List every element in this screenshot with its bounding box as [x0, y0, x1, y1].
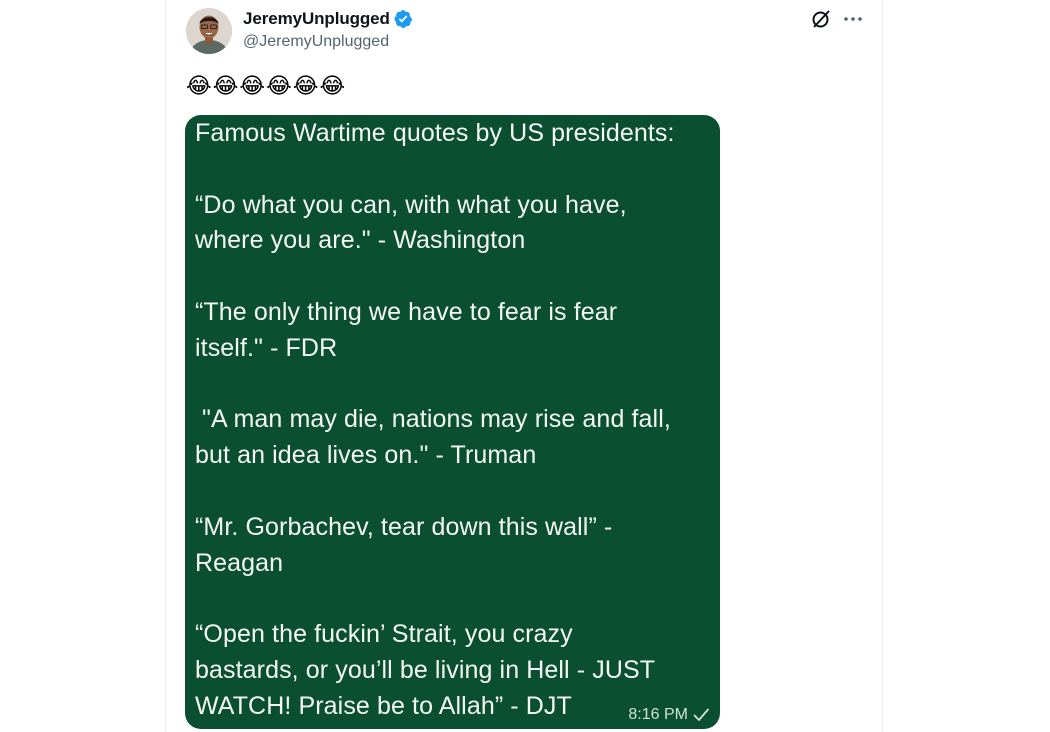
tweet-text: 😂😂😂😂😂😂	[186, 73, 347, 98]
message-line	[195, 259, 675, 295]
message-timestamp: 8:16 PM	[628, 706, 710, 724]
checkmark-icon	[693, 708, 709, 721]
timestamp-text: 8:16 PM	[628, 706, 688, 723]
author-display-name[interactable]: JeremyUnplugged	[243, 9, 390, 29]
chat-message-text: Famous Wartime quotes by US presidents: …	[195, 116, 675, 725]
message-line: WATCH! Praise be to Allah” - DJT	[195, 691, 572, 720]
grok-icon[interactable]	[809, 7, 833, 31]
message-line: where you are." - Washington	[195, 226, 526, 255]
message-line	[195, 152, 675, 188]
message-line: “Open the fuckin’ Strait, you crazy	[195, 620, 573, 649]
message-line	[195, 581, 675, 617]
message-line: Reagan	[195, 548, 284, 577]
message-line: “Mr. Gorbachev, tear down this wall” -	[195, 512, 613, 541]
avatar[interactable]	[186, 8, 232, 54]
tweet-media-image[interactable]: Famous Wartime quotes by US presidents: …	[185, 115, 720, 729]
message-line: Famous Wartime quotes by US presidents:	[195, 119, 675, 147]
message-line: "A man may die, nations may rise and fal…	[195, 405, 671, 434]
author-handle[interactable]: @JeremyUnplugged	[243, 33, 389, 51]
more-options-icon[interactable]	[841, 7, 865, 31]
message-line: itself." - FDR	[195, 333, 338, 362]
message-line	[195, 367, 675, 403]
message-line: “Do what you can, with what you have,	[195, 190, 627, 219]
page: JeremyUnplugged @JeremyUnplugged 😂😂�	[0, 0, 1050, 732]
verified-badge-icon[interactable]	[393, 9, 413, 29]
message-line: but an idea lives on." - Truman	[195, 441, 537, 470]
message-line: bastards, or you’ll be living in Hell - …	[195, 655, 656, 684]
avatar-image	[186, 8, 232, 54]
message-line: “The only thing we have to fear is fear	[195, 297, 618, 326]
message-line	[195, 474, 675, 510]
tweet-card[interactable]: JeremyUnplugged @JeremyUnplugged 😂😂�	[165, 0, 883, 732]
author-name-row[interactable]: JeremyUnplugged	[243, 8, 413, 30]
